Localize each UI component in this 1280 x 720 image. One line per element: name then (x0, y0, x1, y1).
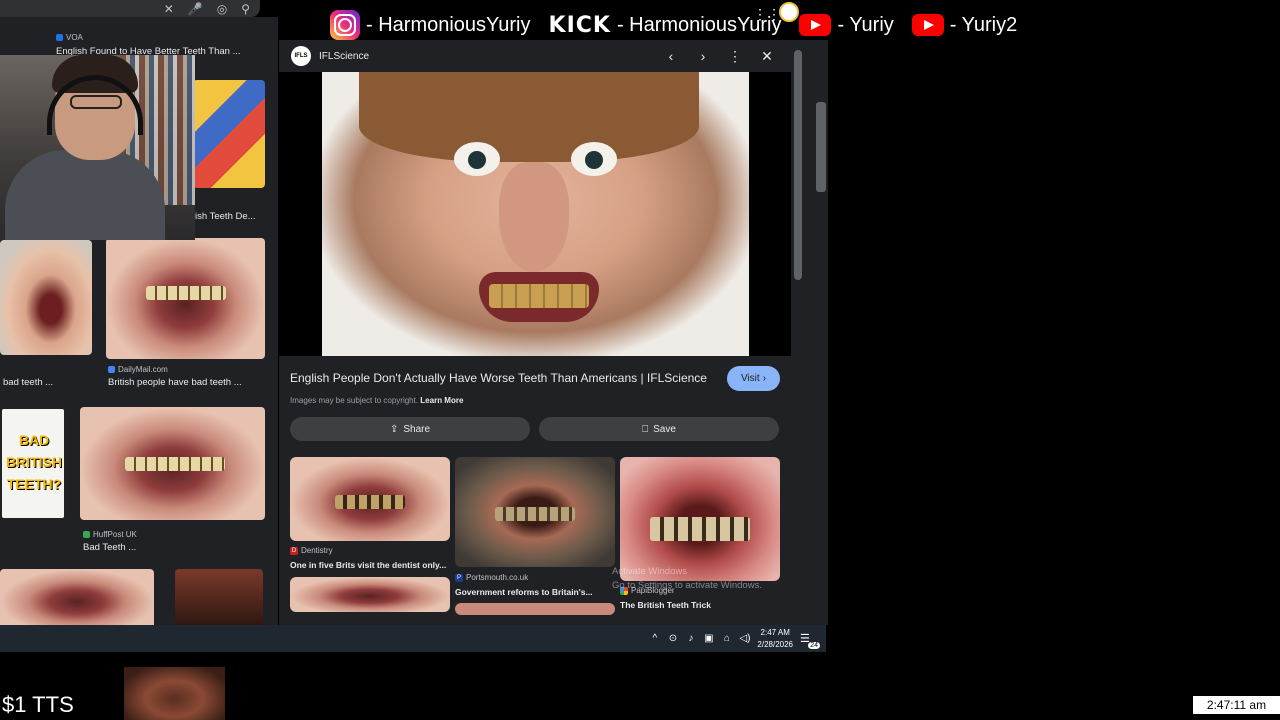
system-clock[interactable]: 2:47 AM 2/28/2026 (757, 627, 793, 651)
favicon (108, 366, 115, 373)
result-title[interactable]: bad teeth ... (3, 377, 53, 388)
related-thumbnail[interactable] (455, 603, 615, 615)
prev-icon[interactable]: ‹ (661, 46, 681, 66)
result-thumbnail[interactable] (0, 569, 154, 625)
chevron-up-icon[interactable]: ^ (649, 633, 660, 644)
webcam-feed (0, 55, 195, 240)
microphone-icon[interactable]: 🎤 (188, 2, 203, 16)
kick-icon: KICK (548, 12, 611, 38)
bookmark-icon: ⎕ (642, 423, 649, 435)
save-button[interactable]: ⎕ Save (539, 417, 779, 441)
scrollbar-thumb[interactable] (816, 102, 826, 192)
glasses (70, 95, 122, 109)
visit-button[interactable]: Visit › (727, 366, 780, 391)
apps-grid-icon[interactable]: ⋮⋮ (753, 6, 781, 23)
instagram-handle: - HarmoniousYuriy (330, 10, 531, 40)
device-icon[interactable]: ▣ (703, 633, 714, 644)
result-thumbnail[interactable] (80, 407, 265, 520)
instagram-icon (330, 10, 360, 40)
camera-icon[interactable]: ⊙ (667, 633, 678, 644)
more-options-icon[interactable]: ⋮ (725, 46, 745, 66)
result-title[interactable]: Bad Teeth ... (83, 542, 136, 553)
related-thumbnail[interactable] (620, 457, 780, 581)
favicon: P (455, 573, 463, 582)
kick-handle: KICK - HarmoniousYuriy (548, 12, 782, 38)
related-title[interactable]: One in five Brits visit the dentist only… (290, 560, 446, 570)
result-title[interactable]: British people have bad teeth ... (108, 377, 242, 388)
activate-windows-watermark: Activate Windows Go to Settings to activ… (612, 566, 762, 591)
page-scrollbar[interactable] (805, 40, 828, 625)
favicon (83, 531, 90, 538)
image-preview-panel: IFLS IFLScience ‹ › ⋮ ✕ English People D… (279, 40, 799, 625)
copyright-notice: Images may be subject to copyright. Lear… (290, 396, 464, 405)
clear-icon[interactable]: ✕ (164, 2, 174, 16)
tts-label: $1 TTS (2, 692, 74, 717)
result-thumbnail[interactable] (175, 569, 263, 625)
next-icon[interactable]: › (693, 46, 713, 66)
result-source: HuffPost UK (83, 530, 137, 539)
result-thumbnail[interactable]: BAD BRITISH TEETH? (0, 407, 66, 520)
related-thumbnail[interactable] (455, 457, 615, 567)
related-thumbnail[interactable] (290, 457, 450, 541)
search-bar[interactable]: ✕ 🎤 ◎ ⚲ (0, 0, 260, 27)
stream-clock: 2:47:11 am (1193, 696, 1280, 714)
scrollbar-thumb[interactable] (794, 50, 802, 280)
result-title[interactable]: ish Teeth De... (195, 211, 256, 222)
notification-badge: 24 (808, 641, 820, 649)
result-source: DailyMail.com (108, 365, 168, 374)
microphone-icon[interactable]: ♪ (685, 633, 696, 644)
site-name[interactable]: IFLScience (319, 51, 369, 62)
close-icon[interactable]: ✕ (757, 46, 777, 66)
thumbnail-text: BAD BRITISH TEETH? (6, 432, 62, 492)
learn-more-link[interactable]: Learn More (420, 396, 463, 405)
related-source: D Dentistry (290, 546, 333, 555)
social-overlay: - HarmoniousYuriy KICK - HarmoniousYuriy… (330, 5, 1017, 45)
favicon (56, 34, 63, 41)
related-title[interactable]: Government reforms to Britain's... (455, 587, 593, 597)
youtube-handle-2: - Yuriy2 (911, 14, 1017, 37)
youtube-icon (799, 14, 832, 36)
avatar[interactable] (779, 2, 799, 22)
youtube-icon (911, 14, 944, 36)
related-thumbnail[interactable] (290, 577, 450, 612)
share-icon: ⇪ (389, 423, 399, 435)
result-thumbnail[interactable] (0, 240, 92, 355)
panel-scrollbar[interactable] (791, 40, 805, 625)
volume-icon[interactable]: ◁) (739, 633, 750, 644)
favicon: D (290, 546, 298, 555)
result-thumbnail[interactable] (106, 238, 265, 359)
notification-icon[interactable]: ☰ 24 (800, 632, 820, 649)
share-button[interactable]: ⇪ Share (290, 417, 530, 441)
image-title[interactable]: English People Don't Actually Have Worse… (290, 371, 707, 385)
result-thumbnail[interactable] (193, 80, 265, 188)
windows-taskbar: ^ ⊙ ♪ ▣ ⌂ ◁) 2:47 AM 2/28/2026 ☰ 24 (0, 625, 826, 652)
youtube-handle: - Yuriy (799, 14, 894, 37)
overlay-image (124, 667, 225, 720)
result-source: VOA (56, 33, 83, 42)
search-icon[interactable]: ⚲ (241, 2, 250, 16)
related-title[interactable]: The British Teeth Trick (620, 600, 711, 610)
network-icon[interactable]: ⌂ (721, 633, 732, 644)
site-logo: IFLS (291, 46, 311, 66)
lens-icon[interactable]: ◎ (217, 2, 227, 16)
chevron-right-icon: › (762, 373, 767, 384)
main-image[interactable] (279, 72, 791, 356)
related-source: P Portsmouth.co.uk (455, 573, 529, 582)
